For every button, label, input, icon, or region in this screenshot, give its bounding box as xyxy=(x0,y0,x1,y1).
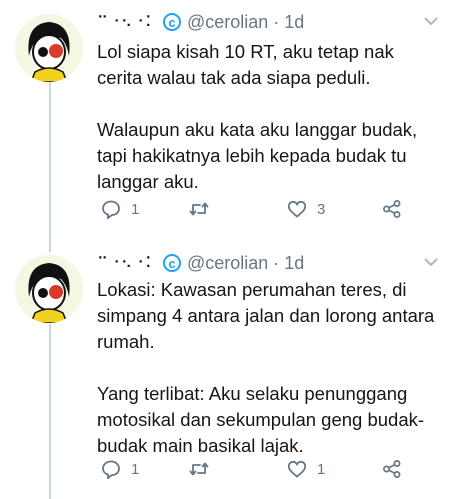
avatar[interactable] xyxy=(15,14,83,82)
text-line: tapi hakikatnya lebih kepada budak tu xyxy=(97,145,407,166)
like-button[interactable]: 3 xyxy=(287,198,325,220)
action-bar: 1 3 xyxy=(97,198,437,220)
text-line: motosikal dan sekumpulan geng budak- xyxy=(97,409,425,430)
display-name[interactable]: ⠉⠐⠢⠐⠅ xyxy=(97,254,157,272)
share-icon xyxy=(383,200,401,218)
avatar[interactable] xyxy=(15,255,83,323)
retweet-button[interactable] xyxy=(189,198,209,220)
reply-count: 1 xyxy=(131,200,140,218)
tweet-text: Lokasi: Kawasan perumahan teres, di simp… xyxy=(97,277,447,459)
c-badge-icon: c xyxy=(162,254,181,272)
retweet-button[interactable] xyxy=(189,458,209,480)
share-button[interactable] xyxy=(382,458,402,480)
timestamp[interactable]: · 1d xyxy=(273,12,304,33)
tweet[interactable]: ⠉⠐⠢⠐⠅ c @cerolian · 1d Lokasi: Kawasan p… xyxy=(0,251,460,496)
text-line: Walaupun aku kata aku langgar budak, xyxy=(97,119,418,140)
retweet-icon xyxy=(189,462,209,476)
c-badge-icon: c xyxy=(162,13,181,31)
text-line: Lol siapa kisah 10 RT, aku tetap nak xyxy=(97,41,394,62)
user-handle[interactable]: @cerolian xyxy=(187,12,268,33)
like-count: 1 xyxy=(317,460,326,478)
reply-count: 1 xyxy=(131,460,140,478)
like-count: 3 xyxy=(317,200,326,218)
reply-icon xyxy=(102,200,120,219)
text-line: budak main basikal lajak. xyxy=(97,435,304,456)
action-bar: 1 1 xyxy=(97,458,437,480)
reply-icon xyxy=(102,460,120,479)
text-line: Yang terlibat: Aku selaku penunggang xyxy=(97,383,408,404)
chevron-down-icon[interactable] xyxy=(422,253,440,271)
timestamp[interactable]: · 1d xyxy=(273,253,304,274)
reply-button[interactable]: 1 xyxy=(101,458,139,480)
user-handle[interactable]: @cerolian xyxy=(187,253,268,274)
chevron-down-icon[interactable] xyxy=(422,12,440,30)
retweet-icon xyxy=(189,202,209,216)
text-line: Lokasi: Kawasan perumahan teres, di xyxy=(97,279,407,300)
text-line: simpang 4 antara jalan dan lorong antara xyxy=(97,305,435,326)
like-button[interactable]: 1 xyxy=(287,458,325,480)
tweet-text: Lol siapa kisah 10 RT, aku tetap nak cer… xyxy=(97,39,447,195)
text-line: rumah. xyxy=(97,331,155,352)
share-icon xyxy=(383,460,401,478)
like-icon xyxy=(287,460,307,478)
tweet[interactable]: ⠉⠐⠢⠐⠅ c @cerolian · 1d Lol siapa kisah 1… xyxy=(0,10,460,230)
like-icon xyxy=(287,200,307,218)
text-line: langgar aku. xyxy=(97,171,199,192)
share-button[interactable] xyxy=(382,198,402,220)
text-line: cerita walau tak ada siapa peduli. xyxy=(97,67,371,88)
reply-button[interactable]: 1 xyxy=(101,198,139,220)
display-name[interactable]: ⠉⠐⠢⠐⠅ xyxy=(97,13,157,31)
